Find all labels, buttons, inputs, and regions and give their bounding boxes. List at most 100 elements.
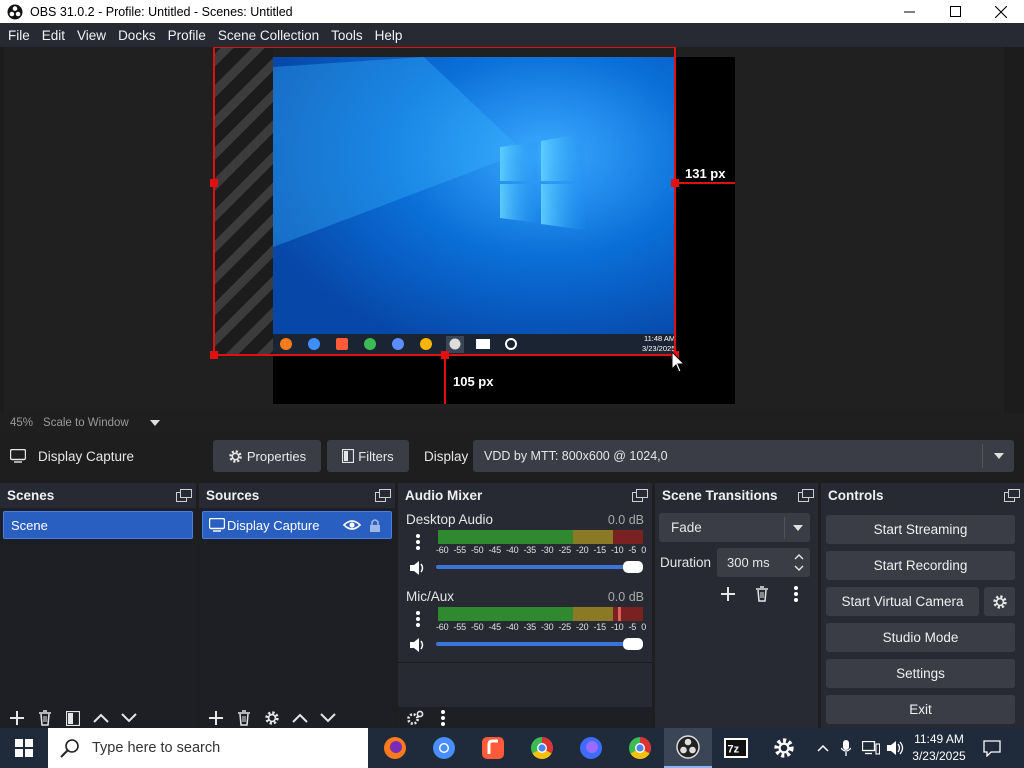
duration-label: Duration: [660, 555, 712, 570]
volume-slider[interactable]: [436, 642, 643, 646]
audio-mixer-dock: Audio Mixer Desktop Audio 0.0 dB -60 -55-…: [398, 483, 652, 729]
preview-scene: 11:48 AM 3/23/2025: [210, 47, 735, 404]
audio-mixer-title: Audio Mixer: [405, 487, 483, 503]
menu-docks[interactable]: Docks: [112, 28, 162, 43]
channel-db: 0.0 dB: [607, 590, 644, 604]
close-button[interactable]: [978, 0, 1024, 23]
remove-transition-button[interactable]: [751, 584, 773, 604]
right-crop-label: 131 px: [685, 166, 726, 181]
notifications-icon[interactable]: [983, 740, 1001, 757]
menu-edit[interactable]: Edit: [36, 28, 71, 43]
zoom-mode[interactable]: Scale to Window: [43, 417, 129, 429]
firefox-icon[interactable]: [371, 728, 419, 768]
properties-button[interactable]: Properties: [213, 440, 321, 472]
start-virtual-camera-button[interactable]: Start Virtual Camera: [826, 587, 979, 616]
svg-text:3/23/2025: 3/23/2025: [642, 344, 675, 353]
network-icon[interactable]: [862, 741, 880, 755]
scene-move-down-button[interactable]: [118, 708, 140, 728]
lock-icon[interactable]: [369, 518, 381, 533]
monitor-icon: [10, 449, 26, 463]
menu-view[interactable]: View: [71, 28, 112, 43]
app-orange-icon[interactable]: [469, 728, 517, 768]
transition-menu-button[interactable]: [785, 584, 807, 604]
minimize-button[interactable]: [886, 0, 932, 23]
chevron-down-icon[interactable]: [149, 419, 161, 427]
microphone-icon[interactable]: [841, 740, 851, 756]
eye-icon[interactable]: [343, 519, 361, 531]
undock-icon[interactable]: [798, 489, 814, 502]
advanced-audio-button[interactable]: [404, 708, 426, 728]
menu-help[interactable]: Help: [369, 28, 409, 43]
volume-slider[interactable]: [436, 565, 643, 569]
taskbar-search[interactable]: Type here to search: [48, 728, 368, 768]
chrome-alt-icon[interactable]: [616, 728, 664, 768]
start-recording-button[interactable]: Start Recording: [826, 551, 1015, 580]
volume-meter: [438, 607, 643, 621]
menu-tools[interactable]: Tools: [325, 28, 369, 43]
volume-slider-handle[interactable]: [623, 638, 643, 650]
menu-scene-collection[interactable]: Scene Collection: [212, 28, 325, 43]
preview-area[interactable]: 11:48 AM 3/23/2025 131 px 105 px: [0, 47, 1024, 413]
volume-icon[interactable]: [886, 740, 904, 756]
studio-mode-button[interactable]: Studio Mode: [826, 623, 1015, 652]
add-source-button[interactable]: [205, 708, 227, 728]
chevron-down-icon: [793, 524, 803, 531]
chromium-icon[interactable]: [420, 728, 468, 768]
svg-text:7z: 7z: [728, 744, 740, 756]
chrome-icon[interactable]: [518, 728, 566, 768]
scene-filters-button[interactable]: [62, 708, 84, 728]
add-scene-button[interactable]: [6, 708, 28, 728]
more-options-icon[interactable]: [415, 533, 421, 551]
speaker-icon[interactable]: [409, 637, 427, 653]
exit-button[interactable]: Exit: [826, 695, 1015, 724]
settings-app-icon[interactable]: [760, 728, 808, 768]
settings-button[interactable]: Settings: [826, 659, 1015, 688]
undock-icon[interactable]: [1004, 489, 1020, 502]
start-button[interactable]: [0, 728, 48, 768]
channel-name: Desktop Audio: [406, 512, 494, 527]
7zip-icon[interactable]: 7z: [712, 728, 760, 768]
source-properties-button[interactable]: [261, 708, 283, 728]
plus-icon: [721, 587, 735, 601]
source-item[interactable]: Display Capture: [202, 511, 392, 539]
remove-scene-button[interactable]: [34, 708, 56, 728]
monitor-icon: [209, 518, 225, 532]
preview-canvas[interactable]: 11:48 AM 3/23/2025 131 px 105 px: [4, 47, 1004, 413]
scene-item[interactable]: Scene: [3, 511, 193, 539]
chevron-up-icon: [93, 713, 109, 723]
start-streaming-button[interactable]: Start Streaming: [826, 515, 1015, 544]
transition-select[interactable]: Fade: [659, 513, 810, 542]
undock-icon[interactable]: [176, 489, 192, 502]
menu-profile[interactable]: Profile: [162, 28, 212, 43]
controls-dock: Controls Start Streaming Start Recording…: [821, 483, 1024, 729]
maximize-button[interactable]: [932, 0, 978, 23]
gear-icon: [992, 594, 1007, 609]
undock-icon[interactable]: [375, 489, 391, 502]
chevron-down-icon[interactable]: [794, 565, 804, 571]
add-transition-button[interactable]: [717, 584, 739, 604]
virtual-camera-settings-button[interactable]: [984, 587, 1015, 616]
close-icon: [995, 5, 1007, 18]
undock-icon[interactable]: [632, 489, 648, 502]
display-select[interactable]: VDD by MTT: 800x600 @ 1024,0: [473, 440, 1014, 472]
more-options-icon[interactable]: [415, 610, 421, 628]
taskbar: Type here to search 7z 11:49 AM 3/23/202…: [0, 728, 1024, 768]
source-move-down-button[interactable]: [317, 708, 339, 728]
filters-button[interactable]: Filters: [327, 440, 409, 472]
source-move-up-button[interactable]: [289, 708, 311, 728]
chevron-up-icon[interactable]: [794, 554, 804, 560]
volume-slider-handle[interactable]: [623, 561, 643, 573]
remove-source-button[interactable]: [233, 708, 255, 728]
chevron-up-icon[interactable]: [817, 744, 829, 752]
mixer-menu-button[interactable]: [432, 708, 454, 728]
firefox-dev-icon[interactable]: [567, 728, 615, 768]
trash-icon: [238, 710, 250, 726]
obs-taskbar-icon[interactable]: [664, 728, 712, 768]
taskbar-clock[interactable]: 11:49 AM 3/23/2025: [910, 731, 968, 765]
channel-name: Mic/Aux: [406, 589, 455, 604]
scenes-dock: Scenes Scene: [0, 483, 196, 729]
duration-input[interactable]: 300 ms: [717, 548, 810, 577]
scene-move-up-button[interactable]: [90, 708, 112, 728]
menu-file[interactable]: File: [2, 28, 36, 43]
speaker-icon[interactable]: [409, 560, 427, 576]
